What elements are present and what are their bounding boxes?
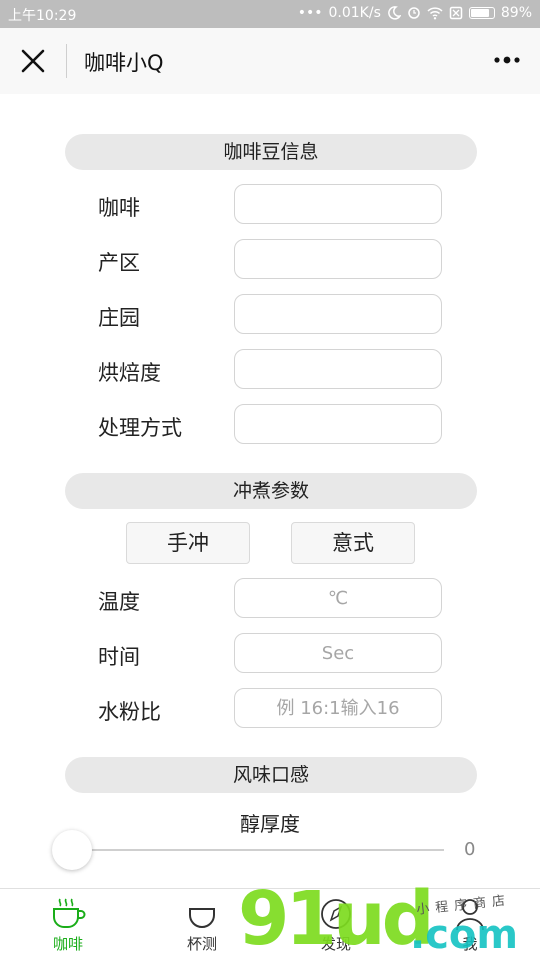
section-header-flavor: 风味口感 [65, 757, 477, 793]
estate-input[interactable] [234, 294, 442, 334]
label-time: 时间 [98, 645, 140, 669]
tab-coffee[interactable]: 咖啡 [18, 889, 118, 961]
more-icon[interactable] [492, 50, 522, 70]
pour-over-button[interactable]: 手冲 [126, 522, 250, 564]
label-roast: 烘焙度 [98, 361, 161, 385]
status-right: ••• 0.01K/s 89% [298, 5, 532, 21]
section-header-bean-info: 咖啡豆信息 [65, 134, 477, 170]
label-coffee: 咖啡 [98, 196, 140, 220]
body-slider-track[interactable] [72, 849, 444, 851]
alarm-icon [408, 7, 420, 19]
nav-divider [66, 44, 67, 78]
section-header-brew-params: 冲煮参数 [65, 473, 477, 509]
moon-icon [388, 6, 401, 20]
ratio-input[interactable] [234, 688, 442, 728]
battery-icon [468, 7, 495, 19]
watermark-suffix: .com [410, 912, 519, 958]
watermark-logo: 91ud .com 小程序商店 [236, 876, 536, 962]
nav-bar: 咖啡小Q [0, 28, 540, 94]
no-sim-icon [449, 6, 463, 20]
status-bar: 上午10:29 ••• 0.01K/s 89% [0, 0, 540, 28]
label-ratio: 水粉比 [98, 700, 161, 724]
status-time: 上午10:29 [8, 8, 77, 24]
coffee-cup-icon [53, 898, 86, 928]
wifi-icon [427, 7, 443, 20]
espresso-button[interactable]: 意式 [291, 522, 415, 564]
watermark-main: 91ud [238, 876, 435, 962]
time-input[interactable] [234, 633, 442, 673]
origin-input[interactable] [234, 239, 442, 279]
coffee-name-input[interactable] [234, 184, 442, 224]
cup-icon [189, 908, 215, 928]
label-process: 处理方式 [98, 416, 182, 440]
signal-dots: ••• [297, 5, 323, 21]
body-slider-thumb[interactable] [52, 830, 92, 870]
tab-label-coffee: 咖啡 [52, 935, 83, 953]
close-icon[interactable] [18, 46, 48, 76]
roast-level-input[interactable] [234, 349, 442, 389]
page-title: 咖啡小Q [84, 51, 164, 75]
process-method-input[interactable] [234, 404, 442, 444]
body-slider-value: 0 [464, 839, 476, 860]
battery-percent: 89% [500, 5, 532, 21]
temperature-input[interactable] [234, 578, 442, 618]
label-estate: 庄园 [98, 306, 140, 330]
net-speed: 0.01K/s [328, 5, 381, 21]
label-origin: 产区 [98, 251, 140, 275]
label-temperature: 温度 [98, 590, 140, 614]
